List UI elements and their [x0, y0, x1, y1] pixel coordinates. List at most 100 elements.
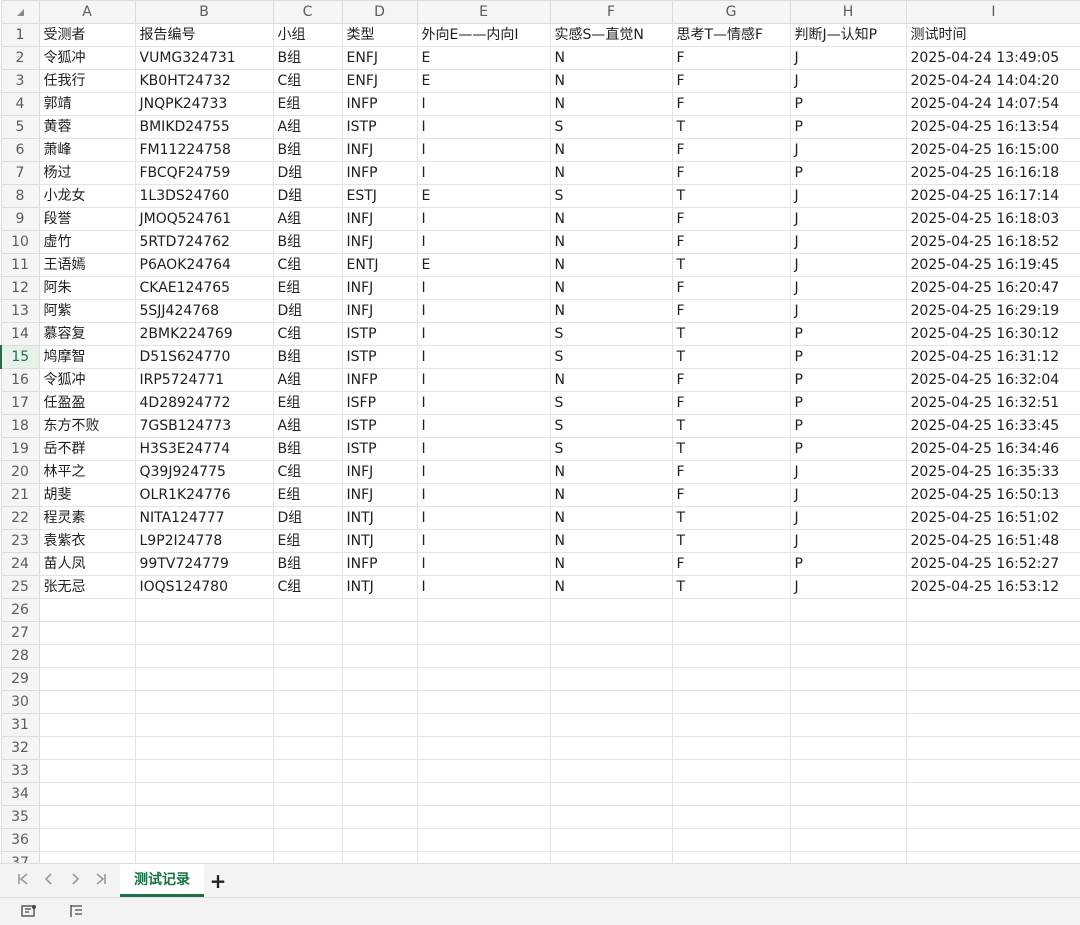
cell-e9[interactable]: I [416, 207, 551, 231]
cell-d15[interactable]: ISTP [341, 345, 418, 369]
row-header[interactable]: 12 [0, 276, 40, 300]
cell-c6[interactable]: B组 [272, 138, 343, 162]
cell-a32[interactable] [38, 736, 136, 760]
row-header[interactable]: 21 [0, 483, 40, 507]
cell-e12[interactable]: I [416, 276, 551, 300]
row-header[interactable]: 32 [0, 736, 40, 760]
cell-d28[interactable] [341, 644, 418, 668]
cell-d13[interactable]: INFJ [341, 299, 418, 323]
cell-b14[interactable]: 2BMK224769 [134, 322, 274, 346]
row-header[interactable]: 35 [0, 805, 40, 829]
cell-c31[interactable] [272, 713, 343, 737]
cell-e3[interactable]: E [416, 69, 551, 93]
cell-f35[interactable] [549, 805, 673, 829]
cell-e22[interactable]: I [416, 506, 551, 530]
cell-d26[interactable] [341, 598, 418, 622]
macro-record-icon[interactable] [20, 903, 38, 919]
cell-h18[interactable]: P [789, 414, 907, 438]
row-header[interactable]: 37 [0, 851, 40, 863]
cell-f5[interactable]: S [549, 115, 673, 139]
cell-g18[interactable]: T [671, 414, 791, 438]
cell-f13[interactable]: N [549, 299, 673, 323]
cell-e18[interactable]: I [416, 414, 551, 438]
cell-i25[interactable]: 2025-04-25 16:53:12 [905, 575, 1080, 599]
cell-e33[interactable] [416, 759, 551, 783]
row-header[interactable]: 24 [0, 552, 40, 576]
cell-e11[interactable]: E [416, 253, 551, 277]
cell-a27[interactable] [38, 621, 136, 645]
cell-g21[interactable]: F [671, 483, 791, 507]
cell-c30[interactable] [272, 690, 343, 714]
cell-f1[interactable]: 实感S—直觉N [549, 23, 673, 47]
cell-e24[interactable]: I [416, 552, 551, 576]
cell-i9[interactable]: 2025-04-25 16:18:03 [905, 207, 1080, 231]
cell-i6[interactable]: 2025-04-25 16:15:00 [905, 138, 1080, 162]
cell-b1[interactable]: 报告编号 [134, 23, 274, 47]
cell-h33[interactable] [789, 759, 907, 783]
cell-h31[interactable] [789, 713, 907, 737]
cell-g30[interactable] [671, 690, 791, 714]
cell-e1[interactable]: 外向E——内向I [416, 23, 551, 47]
column-header-e[interactable]: E [416, 0, 551, 24]
cell-g20[interactable]: F [671, 460, 791, 484]
cell-e4[interactable]: I [416, 92, 551, 116]
cell-h29[interactable] [789, 667, 907, 691]
cell-h30[interactable] [789, 690, 907, 714]
cell-f32[interactable] [549, 736, 673, 760]
cell-a9[interactable]: 段誉 [38, 207, 136, 231]
cell-d14[interactable]: ISTP [341, 322, 418, 346]
cell-d2[interactable]: ENFJ [341, 46, 418, 70]
cell-a31[interactable] [38, 713, 136, 737]
cell-g24[interactable]: F [671, 552, 791, 576]
cell-i33[interactable] [905, 759, 1080, 783]
cell-g28[interactable] [671, 644, 791, 668]
cell-i1[interactable]: 测试时间 [905, 23, 1080, 47]
cell-i37[interactable] [905, 851, 1080, 863]
cell-e5[interactable]: I [416, 115, 551, 139]
cell-f17[interactable]: S [549, 391, 673, 415]
cell-f21[interactable]: N [549, 483, 673, 507]
cell-c35[interactable] [272, 805, 343, 829]
cell-c37[interactable] [272, 851, 343, 863]
cell-h27[interactable] [789, 621, 907, 645]
row-header[interactable]: 26 [0, 598, 40, 622]
cell-g22[interactable]: T [671, 506, 791, 530]
cell-e16[interactable]: I [416, 368, 551, 392]
cell-h5[interactable]: P [789, 115, 907, 139]
cell-g35[interactable] [671, 805, 791, 829]
cell-c36[interactable] [272, 828, 343, 852]
cell-f7[interactable]: N [549, 161, 673, 185]
cell-d37[interactable] [341, 851, 418, 863]
cell-i34[interactable] [905, 782, 1080, 806]
cell-a29[interactable] [38, 667, 136, 691]
cell-d10[interactable]: INFJ [341, 230, 418, 254]
cell-i4[interactable]: 2025-04-24 14:07:54 [905, 92, 1080, 116]
cell-a11[interactable]: 王语嫣 [38, 253, 136, 277]
cell-i32[interactable] [905, 736, 1080, 760]
cell-d9[interactable]: INFJ [341, 207, 418, 231]
cell-c20[interactable]: C组 [272, 460, 343, 484]
row-header[interactable]: 2 [0, 46, 40, 70]
cell-c3[interactable]: C组 [272, 69, 343, 93]
cell-a12[interactable]: 阿朱 [38, 276, 136, 300]
cell-i10[interactable]: 2025-04-25 16:18:52 [905, 230, 1080, 254]
cell-h19[interactable]: P [789, 437, 907, 461]
cell-i20[interactable]: 2025-04-25 16:35:33 [905, 460, 1080, 484]
column-header-a[interactable]: A [38, 0, 136, 24]
cell-d25[interactable]: INTJ [341, 575, 418, 599]
row-header[interactable]: 3 [0, 69, 40, 93]
cell-c29[interactable] [272, 667, 343, 691]
cell-h15[interactable]: P [789, 345, 907, 369]
cell-c26[interactable] [272, 598, 343, 622]
cell-f4[interactable]: N [549, 92, 673, 116]
cell-e26[interactable] [416, 598, 551, 622]
cell-i19[interactable]: 2025-04-25 16:34:46 [905, 437, 1080, 461]
cell-i23[interactable]: 2025-04-25 16:51:48 [905, 529, 1080, 553]
cell-c4[interactable]: E组 [272, 92, 343, 116]
cell-b20[interactable]: Q39J924775 [134, 460, 274, 484]
cell-b24[interactable]: 99TV724779 [134, 552, 274, 576]
cell-f31[interactable] [549, 713, 673, 737]
cell-b15[interactable]: D51S624770 [134, 345, 274, 369]
row-header[interactable]: 1 [0, 23, 40, 47]
cell-e28[interactable] [416, 644, 551, 668]
